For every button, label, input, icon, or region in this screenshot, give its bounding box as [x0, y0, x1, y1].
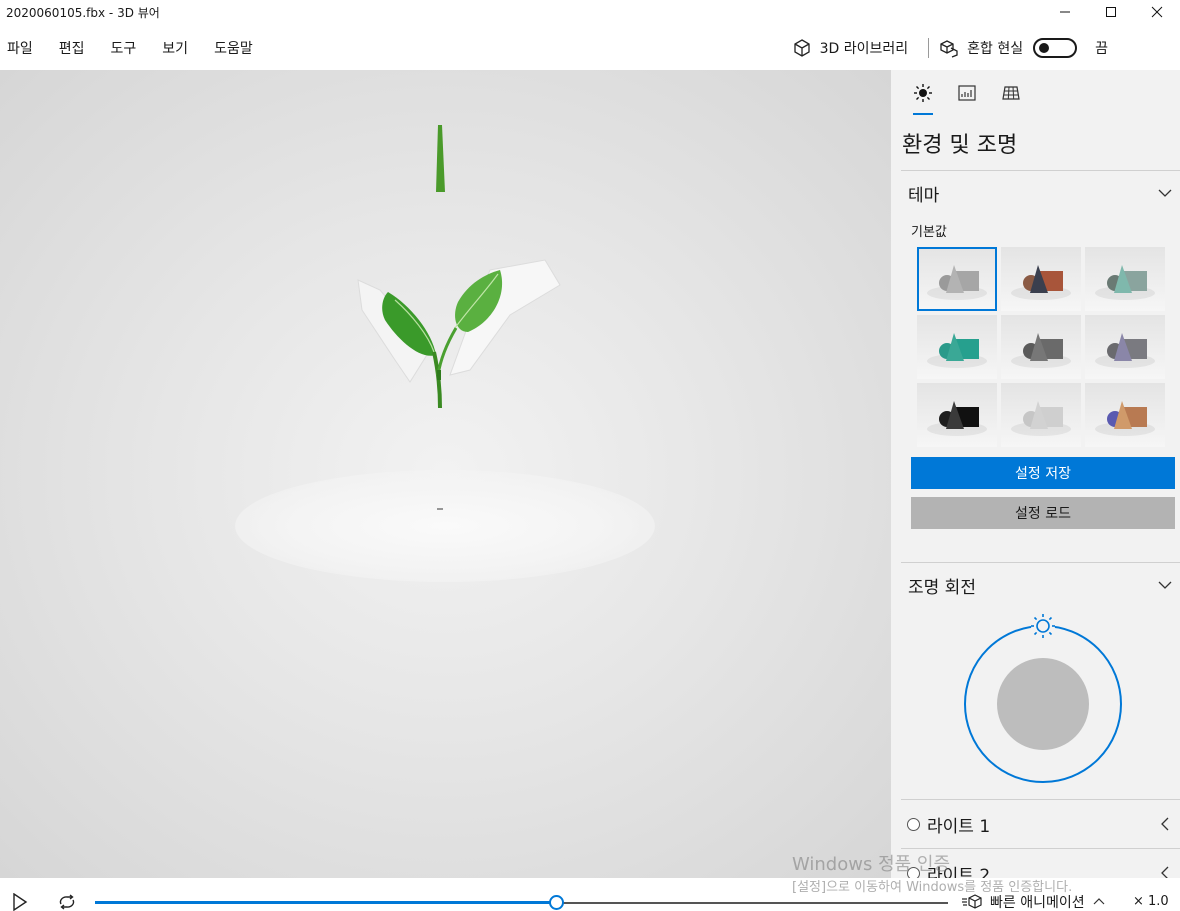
tab-statistics[interactable] — [945, 70, 989, 116]
window-title: 2020060105.fbx - 3D 뷰어 — [6, 5, 160, 20]
theme-swatch[interactable] — [1001, 383, 1081, 447]
theme-swatch[interactable] — [1085, 247, 1165, 311]
3d-library-label: 3D 라이브러리 — [819, 41, 909, 57]
theme-grid — [891, 247, 1180, 447]
environment-panel: 환경 및 조명 테마 기본값 설정 저장 설정 로드 조명 회전 라이트 1 라… — [891, 70, 1180, 878]
activation-watermark-title: Windows 정품 인증 — [792, 854, 951, 875]
quick-animation-label: 빠른 애니메이션 — [990, 895, 1085, 911]
panel-tabs — [891, 70, 1180, 116]
animation-cube-icon — [962, 894, 982, 909]
light-sun-handle-icon[interactable] — [1031, 614, 1055, 638]
theme-section-label: 테마 — [908, 185, 940, 206]
theme-swatch[interactable] — [917, 383, 997, 447]
light-1-row[interactable]: 라이트 1 — [891, 800, 1180, 848]
mixed-reality-label: 혼합 현실 — [967, 41, 1024, 57]
toggle-knob — [1039, 43, 1050, 53]
theme-section-header[interactable]: 테마 — [891, 171, 1180, 215]
chevron-left-icon — [1161, 817, 1169, 831]
3d-library-button[interactable]: 3D 라이브러리 — [784, 26, 917, 70]
chevron-down-icon — [1158, 189, 1172, 197]
menu-edit[interactable]: 편집 — [59, 26, 85, 70]
tab-environment[interactable] — [901, 70, 945, 116]
menu-bar: 파일 편집 도구 보기 도움말 3D 라이브러리 혼합 현실 끔 — [0, 26, 1180, 70]
title-bar: 2020060105.fbx - 3D 뷰어 — [0, 0, 1180, 24]
theme-swatch[interactable] — [917, 315, 997, 379]
light-sphere — [997, 658, 1089, 750]
menu-divider — [928, 38, 930, 58]
grid-icon — [1002, 86, 1020, 100]
sun-icon — [914, 84, 932, 102]
light-rotation-label: 조명 회전 — [908, 577, 976, 598]
playback-speed[interactable]: × 1.0 — [1133, 894, 1169, 909]
mixed-reality-icon — [940, 40, 958, 58]
theme-swatch[interactable] — [1085, 383, 1165, 447]
timeline-slider[interactable] — [95, 895, 948, 910]
stem-top — [436, 125, 445, 192]
theme-swatch[interactable] — [917, 247, 997, 311]
light-1-label: 라이트 1 — [927, 816, 991, 837]
tab-mesh[interactable] — [989, 70, 1033, 116]
theme-swatch[interactable] — [1001, 247, 1081, 311]
minimize-button[interactable] — [1042, 0, 1088, 24]
panel-title: 환경 및 조명 — [902, 133, 1018, 158]
3d-viewport[interactable] — [0, 70, 891, 878]
minimize-icon — [1060, 11, 1070, 13]
toggle-state-label: 끔 — [1095, 41, 1108, 57]
menu-tools[interactable]: 도구 — [111, 26, 137, 70]
theme-swatch[interactable] — [1001, 315, 1081, 379]
maximize-button[interactable] — [1088, 0, 1134, 24]
loop-icon[interactable] — [57, 893, 77, 911]
timeline-thumb[interactable] — [548, 895, 564, 910]
mixed-reality-button[interactable]: 혼합 현실 — [939, 26, 1023, 70]
menu-help[interactable]: 도움말 — [214, 26, 253, 70]
save-settings-button[interactable]: 설정 저장 — [911, 457, 1175, 489]
theme-default-label: 기본값 — [911, 224, 947, 240]
light-rotation-header[interactable]: 조명 회전 — [891, 563, 1180, 607]
chevron-down-icon — [1158, 581, 1172, 589]
chevron-left-icon — [1161, 866, 1169, 878]
play-icon[interactable] — [12, 893, 28, 911]
menu-view[interactable]: 보기 — [162, 26, 188, 70]
light-rotation-dial[interactable] — [891, 607, 1180, 793]
maximize-icon — [1106, 7, 1116, 17]
chevron-up-icon — [1093, 898, 1105, 905]
load-settings-button[interactable]: 설정 로드 — [911, 497, 1175, 529]
light-1-radio[interactable] — [907, 817, 920, 831]
close-icon — [1151, 6, 1163, 18]
quick-animation-button[interactable]: 빠른 애니메이션 — [962, 892, 1111, 911]
menu-file[interactable]: 파일 — [7, 26, 33, 70]
theme-swatch[interactable] — [1085, 315, 1165, 379]
cube-icon — [793, 39, 810, 57]
close-button[interactable] — [1134, 0, 1180, 24]
stats-icon — [958, 85, 976, 101]
timeline-progress — [95, 901, 556, 904]
menubar-right: 3D 라이브러리 혼합 현실 끔 — [784, 26, 1180, 70]
mixed-reality-toggle[interactable] — [1033, 38, 1078, 58]
window-controls — [1042, 0, 1180, 24]
